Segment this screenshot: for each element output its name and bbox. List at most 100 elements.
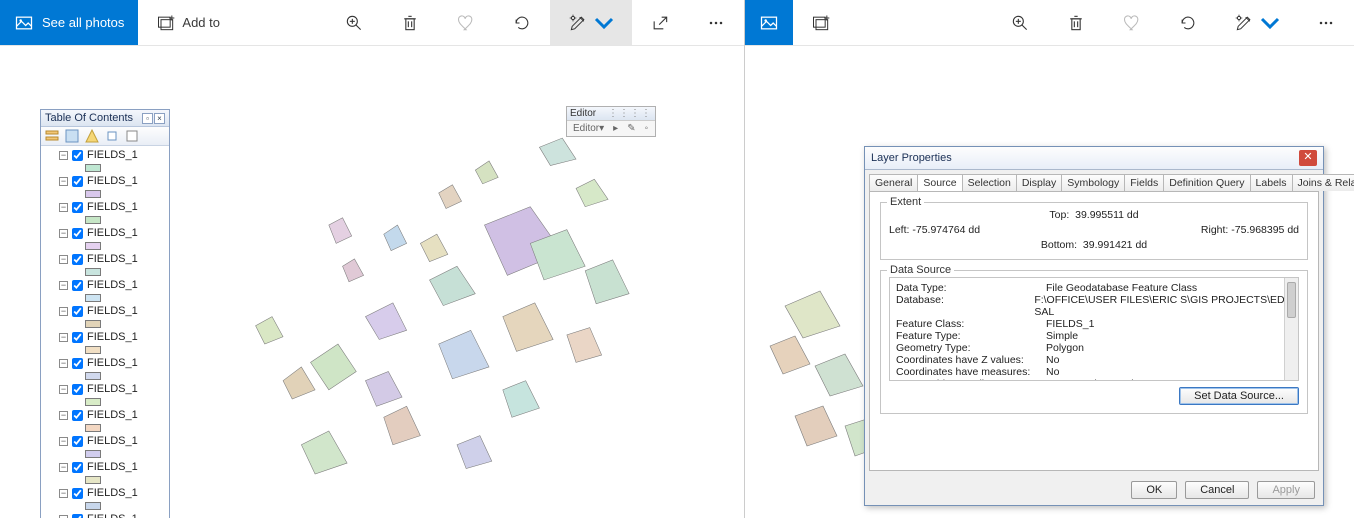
collapse-icon[interactable]: − [59, 333, 68, 342]
layer-visibility-checkbox[interactable] [72, 176, 83, 187]
see-all-photos-button-r[interactable] [745, 0, 793, 45]
toc-layer-row[interactable]: −FIELDS_1 [41, 278, 169, 292]
toc-layer-row[interactable]: −FIELDS_1 [41, 252, 169, 266]
toc-layer-row[interactable]: −FIELDS_1 [41, 356, 169, 370]
collapse-icon[interactable]: − [59, 151, 68, 160]
layer-name-label: FIELDS_1 [87, 227, 138, 239]
toc-list-by-source-icon[interactable] [65, 129, 79, 143]
toc-layer-row[interactable]: −FIELDS_1 [41, 330, 169, 344]
collapse-icon[interactable]: − [59, 489, 68, 498]
layer-visibility-checkbox[interactable] [72, 254, 83, 265]
toc-list-by-drawing-icon[interactable] [45, 129, 59, 143]
tab-general[interactable]: General [869, 174, 918, 191]
toc-layer-row[interactable]: −FIELDS_1 [41, 382, 169, 396]
toc-pin-icon[interactable]: ▫ [142, 113, 153, 124]
delete-button[interactable] [382, 0, 438, 45]
layer-name-label: FIELDS_1 [87, 487, 138, 499]
datasource-row: Feature Type:Simple [896, 330, 1292, 342]
layer-visibility-checkbox[interactable] [72, 436, 83, 447]
layer-swatch [41, 189, 169, 199]
layer-visibility-checkbox[interactable] [72, 488, 83, 499]
zoom-button-r[interactable] [992, 0, 1048, 45]
toc-close-icon[interactable]: × [154, 113, 165, 124]
layer-visibility-checkbox[interactable] [72, 410, 83, 421]
datasource-listbox[interactable]: Data Type:File Geodatabase Feature Class… [889, 277, 1299, 381]
more-button-r[interactable] [1298, 0, 1354, 45]
cancel-button[interactable]: Cancel [1185, 481, 1249, 499]
toc-layer-row[interactable]: −FIELDS_1 [41, 304, 169, 318]
layer-visibility-checkbox[interactable] [72, 202, 83, 213]
layer-visibility-checkbox[interactable] [72, 150, 83, 161]
layer-visibility-checkbox[interactable] [72, 228, 83, 239]
toc-layer-row[interactable]: −FIELDS_1 [41, 408, 169, 422]
rotate-icon [1178, 13, 1198, 33]
toc-layer-row[interactable]: −FIELDS_1 [41, 200, 169, 214]
dialog-titlebar[interactable]: Layer Properties ✕ [865, 147, 1323, 170]
tab-labels[interactable]: Labels [1250, 174, 1293, 191]
delete-button-r[interactable] [1048, 0, 1104, 45]
layer-visibility-checkbox[interactable] [72, 332, 83, 343]
favorite-button-r[interactable] [1104, 0, 1160, 45]
see-all-photos-button[interactable]: See all photos [0, 0, 138, 45]
toc-titlebar[interactable]: Table Of Contents ▫ × [41, 110, 169, 127]
toc-list-by-visibility-icon[interactable] [85, 129, 99, 143]
collapse-icon[interactable]: − [59, 463, 68, 472]
collapse-icon[interactable]: − [59, 359, 68, 368]
zoom-button[interactable] [326, 0, 382, 45]
collapse-icon[interactable]: − [59, 437, 68, 446]
toc-layer-row[interactable]: −FIELDS_1 [41, 434, 169, 448]
toc-layer-row[interactable]: −FIELDS_1 [41, 512, 169, 518]
tab-display[interactable]: Display [1016, 174, 1062, 191]
collapse-icon[interactable]: − [59, 411, 68, 420]
rotate-button[interactable] [494, 0, 550, 45]
edit-icon [1234, 13, 1254, 33]
collapse-icon[interactable]: − [59, 515, 68, 518]
datasource-row: Feature Class:FIELDS_1 [896, 318, 1292, 330]
layer-visibility-checkbox[interactable] [72, 514, 83, 518]
layer-visibility-checkbox[interactable] [72, 280, 83, 291]
tab-fields[interactable]: Fields [1124, 174, 1164, 191]
tab-symbology[interactable]: Symbology [1061, 174, 1125, 191]
edit-button-r[interactable] [1216, 0, 1298, 45]
toc-layer-row[interactable]: − FIELDS_1 [41, 226, 169, 240]
ok-button[interactable]: OK [1131, 481, 1177, 499]
toc-layer-row[interactable]: −FIELDS_1 [41, 148, 169, 162]
add-to-icon [156, 13, 176, 33]
map-canvas-left[interactable] [170, 106, 744, 518]
datasource-scrollbar[interactable] [1284, 278, 1298, 380]
scrollbar-thumb[interactable] [1287, 282, 1296, 318]
dialog-close-button[interactable]: ✕ [1299, 150, 1317, 166]
tab-definition-query[interactable]: Definition Query [1163, 174, 1250, 191]
layer-visibility-checkbox[interactable] [72, 384, 83, 395]
tab-selection[interactable]: Selection [962, 174, 1017, 191]
more-button[interactable] [688, 0, 744, 45]
add-to-button[interactable]: Add to [138, 0, 238, 45]
collapse-icon[interactable]: − [59, 229, 68, 238]
share-icon [650, 13, 670, 33]
add-to-button-r[interactable] [793, 0, 849, 45]
collapse-icon[interactable]: − [59, 281, 68, 290]
tab-source[interactable]: Source [917, 174, 962, 191]
toc-list-by-selection-icon[interactable] [105, 129, 119, 143]
favorite-button[interactable] [438, 0, 494, 45]
toc-options-icon[interactable] [125, 129, 139, 143]
collapse-icon[interactable]: − [59, 177, 68, 186]
tab-joins-relates[interactable]: Joins & Relates [1292, 174, 1354, 191]
toc-layer-row[interactable]: − FIELDS_1 [41, 486, 169, 500]
collapse-icon[interactable]: − [59, 203, 68, 212]
layer-visibility-checkbox[interactable] [72, 358, 83, 369]
toc-layer-row[interactable]: −FIELDS_1 [41, 174, 169, 188]
layer-swatch [41, 449, 169, 459]
toc-layer-row[interactable]: −FIELDS_1 [41, 460, 169, 474]
edit-button[interactable] [550, 0, 632, 45]
toc-body[interactable]: −FIELDS_1−FIELDS_1−FIELDS_1−FIELDS_1−FIE… [41, 146, 169, 518]
layer-visibility-checkbox[interactable] [72, 306, 83, 317]
apply-button[interactable]: Apply [1257, 481, 1315, 499]
collapse-icon[interactable]: − [59, 385, 68, 394]
collapse-icon[interactable]: − [59, 255, 68, 264]
share-button[interactable] [632, 0, 688, 45]
set-data-source-button[interactable]: Set Data Source... [1179, 387, 1299, 405]
layer-visibility-checkbox[interactable] [72, 462, 83, 473]
collapse-icon[interactable]: − [59, 307, 68, 316]
rotate-button-r[interactable] [1160, 0, 1216, 45]
